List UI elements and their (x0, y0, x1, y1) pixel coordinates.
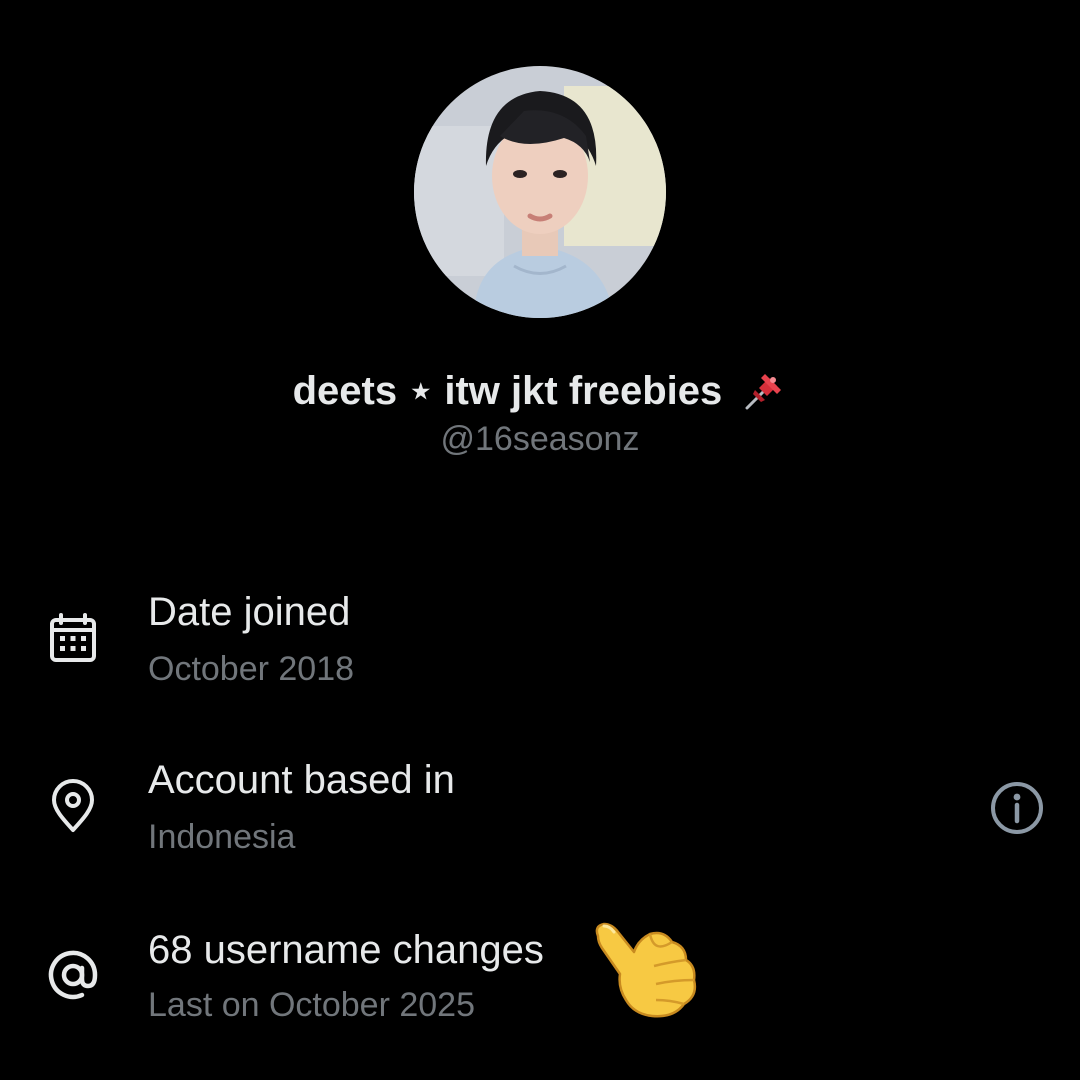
profile-handle: @16seasonz (440, 420, 640, 458)
username-changes-row: 68 username changes Last on October 2025 (0, 918, 1080, 1038)
username-changes-value: Last on October 2025 (148, 986, 476, 1024)
calendar-icon (44, 610, 102, 668)
date-joined-value: October 2018 (148, 650, 355, 688)
account-based-in-value: Indonesia (148, 818, 296, 856)
date-joined-label: Date joined (148, 590, 351, 634)
avatar-image (414, 66, 666, 318)
thumbs-pointing-icon (590, 918, 702, 1022)
account-based-in-label: Account based in (148, 758, 455, 802)
location-pin-icon (44, 778, 102, 836)
info-icon[interactable] (988, 779, 1046, 837)
pushpin-icon (739, 366, 787, 414)
at-sign-icon (44, 946, 102, 1004)
date-joined-row: Date joined October 2018 (0, 580, 1080, 700)
profile-avatar[interactable] (414, 66, 666, 318)
username-changes-label: 68 username changes (148, 928, 544, 972)
account-based-in-row: Account based in Indonesia (0, 748, 1080, 868)
profile-display-name: deets ⋆ itw jkt freebies (0, 366, 1080, 414)
display-name-text: deets ⋆ itw jkt freebies (292, 369, 723, 413)
